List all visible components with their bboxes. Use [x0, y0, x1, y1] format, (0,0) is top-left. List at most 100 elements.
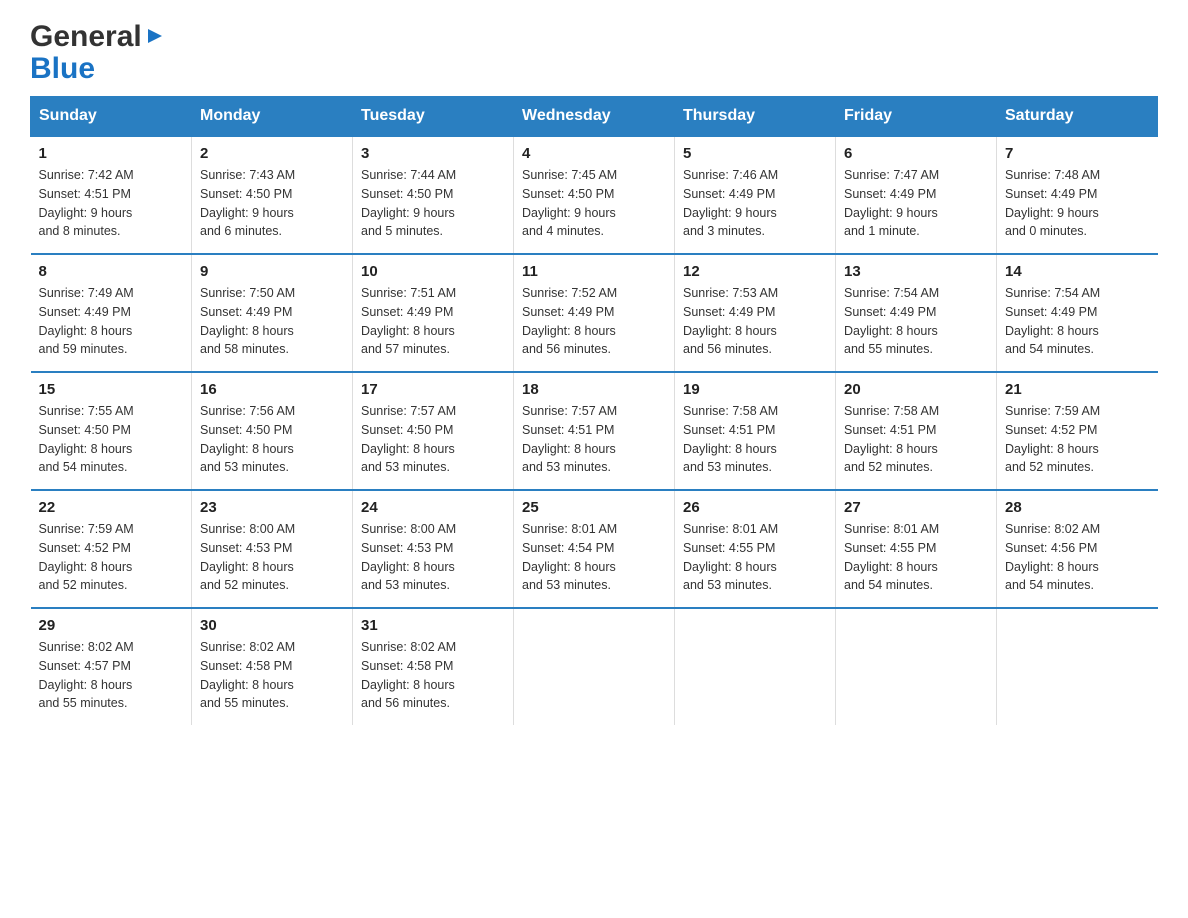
day-info: Sunrise: 7:47 AMSunset: 4:49 PMDaylight:…: [844, 166, 988, 241]
day-info: Sunrise: 7:44 AMSunset: 4:50 PMDaylight:…: [361, 166, 505, 241]
day-info: Sunrise: 7:45 AMSunset: 4:50 PMDaylight:…: [522, 166, 666, 241]
day-info: Sunrise: 7:51 AMSunset: 4:49 PMDaylight:…: [361, 284, 505, 359]
calendar-week-row: 22 Sunrise: 7:59 AMSunset: 4:52 PMDayligh…: [31, 490, 1158, 608]
day-info: Sunrise: 7:54 AMSunset: 4:49 PMDaylight:…: [844, 284, 988, 359]
day-number: 6: [844, 145, 988, 162]
day-info: Sunrise: 8:01 AMSunset: 4:54 PMDaylight:…: [522, 520, 666, 595]
calendar-cell: [675, 608, 836, 725]
day-info: Sunrise: 7:43 AMSunset: 4:50 PMDaylight:…: [200, 166, 344, 241]
day-number: 14: [1005, 263, 1150, 280]
calendar-cell: 15 Sunrise: 7:55 AMSunset: 4:50 PMDayligh…: [31, 372, 192, 490]
calendar-cell: 21 Sunrise: 7:59 AMSunset: 4:52 PMDayligh…: [997, 372, 1158, 490]
day-number: 26: [683, 499, 827, 516]
calendar-cell: 1 Sunrise: 7:42 AMSunset: 4:51 PMDaylight…: [31, 136, 192, 254]
calendar-week-row: 8 Sunrise: 7:49 AMSunset: 4:49 PMDaylight…: [31, 254, 1158, 372]
calendar-week-row: 29 Sunrise: 8:02 AMSunset: 4:57 PMDayligh…: [31, 608, 1158, 725]
day-number: 29: [39, 617, 184, 634]
day-info: Sunrise: 7:46 AMSunset: 4:49 PMDaylight:…: [683, 166, 827, 241]
calendar-cell: [997, 608, 1158, 725]
calendar-cell: 2Sunrise: 7:43 AMSunset: 4:50 PMDaylight…: [192, 136, 353, 254]
logo: General Blue: [30, 20, 166, 86]
day-number: 31: [361, 617, 505, 634]
day-info: Sunrise: 7:48 AMSunset: 4:49 PMDaylight:…: [1005, 166, 1150, 241]
calendar-header: SundayMondayTuesdayWednesdayThursdayFrid…: [31, 97, 1158, 137]
calendar-week-row: 15 Sunrise: 7:55 AMSunset: 4:50 PMDayligh…: [31, 372, 1158, 490]
day-number: 30: [200, 617, 344, 634]
weekday-header-saturday: Saturday: [997, 97, 1158, 137]
day-info: Sunrise: 7:49 AMSunset: 4:49 PMDaylight:…: [39, 284, 184, 359]
calendar-cell: 16 Sunrise: 7:56 AMSunset: 4:50 PMDayligh…: [192, 372, 353, 490]
logo-triangle-icon: [144, 25, 166, 47]
calendar-cell: 4Sunrise: 7:45 AMSunset: 4:50 PMDaylight…: [514, 136, 675, 254]
day-number: 11: [522, 263, 666, 280]
day-number: 12: [683, 263, 827, 280]
day-info: Sunrise: 8:02 AMSunset: 4:58 PMDaylight:…: [200, 638, 344, 713]
day-number: 28: [1005, 499, 1150, 516]
day-info: Sunrise: 7:56 AMSunset: 4:50 PMDaylight:…: [200, 402, 344, 477]
day-info: Sunrise: 7:57 AMSunset: 4:50 PMDaylight:…: [361, 402, 505, 477]
calendar-cell: 31 Sunrise: 8:02 AMSunset: 4:58 PMDayligh…: [353, 608, 514, 725]
day-info: Sunrise: 7:58 AMSunset: 4:51 PMDaylight:…: [683, 402, 827, 477]
day-info: Sunrise: 7:55 AMSunset: 4:50 PMDaylight:…: [39, 402, 184, 477]
logo-blue: Blue: [30, 52, 95, 86]
day-number: 1: [39, 145, 184, 162]
day-number: 8: [39, 263, 184, 280]
weekday-header-tuesday: Tuesday: [353, 97, 514, 137]
calendar-cell: [514, 608, 675, 725]
calendar-cell: 3 Sunrise: 7:44 AMSunset: 4:50 PMDaylight…: [353, 136, 514, 254]
day-info: Sunrise: 8:00 AMSunset: 4:53 PMDaylight:…: [361, 520, 505, 595]
page-header: General Blue: [30, 20, 1158, 86]
day-number: 23: [200, 499, 344, 516]
calendar-cell: 8 Sunrise: 7:49 AMSunset: 4:49 PMDaylight…: [31, 254, 192, 372]
day-info: Sunrise: 7:59 AMSunset: 4:52 PMDaylight:…: [1005, 402, 1150, 477]
calendar-cell: 13 Sunrise: 7:54 AMSunset: 4:49 PMDayligh…: [836, 254, 997, 372]
calendar-cell: 14 Sunrise: 7:54 AMSunset: 4:49 PMDayligh…: [997, 254, 1158, 372]
day-number: 3: [361, 145, 505, 162]
calendar-cell: 19 Sunrise: 7:58 AMSunset: 4:51 PMDayligh…: [675, 372, 836, 490]
day-info: Sunrise: 8:02 AMSunset: 4:58 PMDaylight:…: [361, 638, 505, 713]
calendar-cell: 12Sunrise: 7:53 AMSunset: 4:49 PMDayligh…: [675, 254, 836, 372]
day-info: Sunrise: 7:59 AMSunset: 4:52 PMDaylight:…: [39, 520, 184, 595]
day-info: Sunrise: 7:42 AMSunset: 4:51 PMDaylight:…: [39, 166, 184, 241]
calendar-cell: 9Sunrise: 7:50 AMSunset: 4:49 PMDaylight…: [192, 254, 353, 372]
calendar-cell: 30 Sunrise: 8:02 AMSunset: 4:58 PMDayligh…: [192, 608, 353, 725]
calendar-cell: [836, 608, 997, 725]
day-number: 15: [39, 381, 184, 398]
calendar-cell: 6 Sunrise: 7:47 AMSunset: 4:49 PMDaylight…: [836, 136, 997, 254]
day-number: 10: [361, 263, 505, 280]
calendar-cell: 22 Sunrise: 7:59 AMSunset: 4:52 PMDayligh…: [31, 490, 192, 608]
day-info: Sunrise: 8:02 AMSunset: 4:57 PMDaylight:…: [39, 638, 184, 713]
calendar-cell: 27Sunrise: 8:01 AMSunset: 4:55 PMDayligh…: [836, 490, 997, 608]
logo-general: General: [30, 20, 142, 54]
day-number: 22: [39, 499, 184, 516]
day-number: 13: [844, 263, 988, 280]
day-number: 27: [844, 499, 988, 516]
day-number: 17: [361, 381, 505, 398]
day-number: 9: [200, 263, 344, 280]
day-number: 5: [683, 145, 827, 162]
calendar-cell: 28Sunrise: 8:02 AMSunset: 4:56 PMDayligh…: [997, 490, 1158, 608]
day-number: 25: [522, 499, 666, 516]
day-number: 7: [1005, 145, 1150, 162]
day-info: Sunrise: 8:01 AMSunset: 4:55 PMDaylight:…: [683, 520, 827, 595]
weekday-header-monday: Monday: [192, 97, 353, 137]
day-number: 24: [361, 499, 505, 516]
day-number: 16: [200, 381, 344, 398]
day-info: Sunrise: 7:52 AMSunset: 4:49 PMDaylight:…: [522, 284, 666, 359]
calendar-cell: 23Sunrise: 8:00 AMSunset: 4:53 PMDayligh…: [192, 490, 353, 608]
weekday-header-sunday: Sunday: [31, 97, 192, 137]
calendar-cell: 17 Sunrise: 7:57 AMSunset: 4:50 PMDayligh…: [353, 372, 514, 490]
calendar-week-row: 1 Sunrise: 7:42 AMSunset: 4:51 PMDaylight…: [31, 136, 1158, 254]
calendar-body: 1 Sunrise: 7:42 AMSunset: 4:51 PMDaylight…: [31, 136, 1158, 725]
day-info: Sunrise: 7:54 AMSunset: 4:49 PMDaylight:…: [1005, 284, 1150, 359]
day-number: 20: [844, 381, 988, 398]
calendar-cell: 29 Sunrise: 8:02 AMSunset: 4:57 PMDayligh…: [31, 608, 192, 725]
day-info: Sunrise: 7:57 AMSunset: 4:51 PMDaylight:…: [522, 402, 666, 477]
calendar-cell: 11 Sunrise: 7:52 AMSunset: 4:49 PMDayligh…: [514, 254, 675, 372]
calendar-cell: 25 Sunrise: 8:01 AMSunset: 4:54 PMDayligh…: [514, 490, 675, 608]
weekday-header-row: SundayMondayTuesdayWednesdayThursdayFrid…: [31, 97, 1158, 137]
day-number: 19: [683, 381, 827, 398]
calendar-cell: 26 Sunrise: 8:01 AMSunset: 4:55 PMDayligh…: [675, 490, 836, 608]
day-number: 21: [1005, 381, 1150, 398]
calendar-cell: 20Sunrise: 7:58 AMSunset: 4:51 PMDayligh…: [836, 372, 997, 490]
